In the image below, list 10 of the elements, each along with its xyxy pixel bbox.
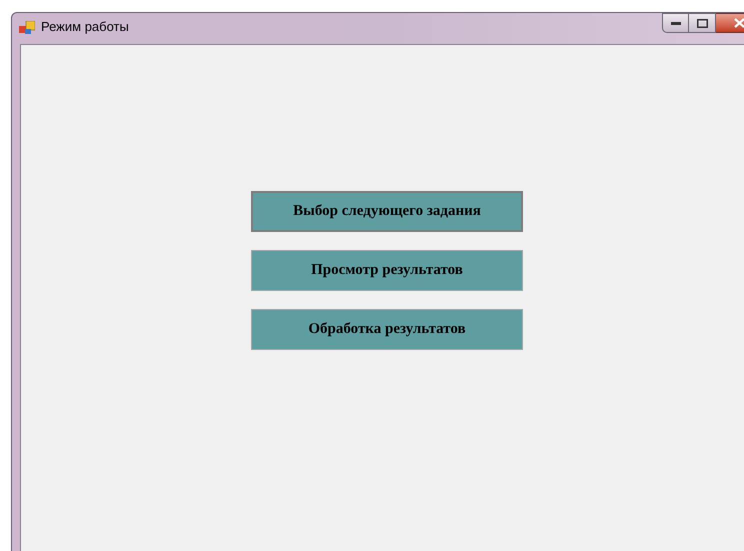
window-title: Режим работы <box>41 20 129 33</box>
menu-button[interactable]: Просмотр результатов <box>251 250 523 291</box>
menu-button[interactable]: Выбор следующего задания <box>251 191 523 232</box>
app-icon <box>19 21 35 35</box>
close-icon <box>734 18 744 28</box>
minimize-icon <box>670 22 680 24</box>
maximize-button[interactable] <box>689 13 716 33</box>
menu-button[interactable]: Обработка результатов <box>251 309 523 350</box>
maximize-icon <box>696 18 708 28</box>
minimize-button[interactable] <box>662 13 689 33</box>
